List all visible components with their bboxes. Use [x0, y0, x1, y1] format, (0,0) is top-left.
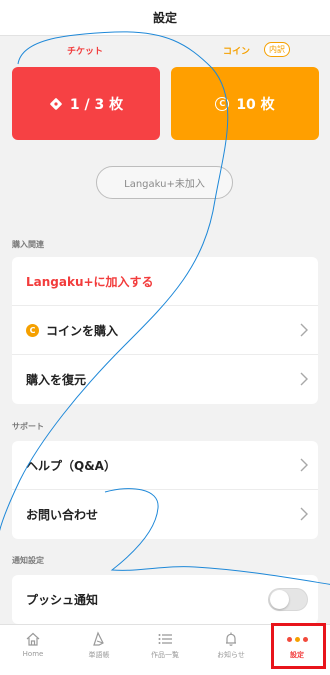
tab-works-label: 作品一覧: [151, 651, 179, 659]
buy-coins-label: コインを購入: [46, 323, 119, 338]
join-langaku-plus-label: Langaku+に加入する: [26, 274, 154, 289]
coin-breakdown-badge[interactable]: 内訳: [264, 42, 290, 57]
help-item[interactable]: ヘルプ（Q&A）: [12, 441, 318, 490]
section-title-support: サポート: [12, 422, 44, 431]
tab-news-label: お知らせ: [217, 651, 245, 659]
help-label: ヘルプ（Q&A）: [26, 458, 116, 473]
buy-coins-item[interactable]: C コインを購入: [12, 306, 318, 355]
chevron-right-icon: [300, 323, 308, 337]
tab-home[interactable]: Home: [0, 625, 66, 675]
settings-tab-highlight: [271, 623, 326, 669]
contact-label: お問い合わせ: [26, 508, 99, 522]
coin-card[interactable]: C 10 枚: [171, 67, 319, 140]
ticket-label: チケット: [67, 47, 104, 57]
home-icon: [26, 632, 40, 646]
purchase-list: Langaku+に加入する C コインを購入 購入を復元: [12, 257, 318, 404]
push-notification-item[interactable]: プッシュ通知: [12, 575, 318, 624]
push-notification-label: プッシュ通知: [26, 593, 99, 607]
restore-purchase-item[interactable]: 購入を復元: [12, 355, 318, 404]
settings-content[interactable]: チケット コイン 内訳 1 / 3 枚 C 10 枚 Langaku+未加入 購…: [0, 36, 330, 624]
membership-status-button[interactable]: Langaku+未加入: [96, 166, 233, 199]
section-title-notification: 通知設定: [12, 556, 44, 565]
support-list: ヘルプ（Q&A） お問い合わせ: [12, 441, 318, 539]
page-title: 設定: [152, 11, 177, 25]
ticket-count: 1 / 3 枚: [69, 96, 124, 113]
ticket-card[interactable]: 1 / 3 枚: [12, 67, 160, 140]
chevron-right-icon: [300, 458, 308, 472]
coin-label: コイン: [223, 47, 251, 57]
push-notification-toggle[interactable]: [268, 588, 308, 611]
restore-purchase-label: 購入を復元: [26, 373, 87, 387]
toggle-knob: [270, 590, 289, 609]
coin-icon: C: [26, 323, 39, 337]
header: 設定: [0, 0, 330, 36]
contact-item[interactable]: お問い合わせ: [12, 490, 318, 539]
tab-works[interactable]: 作品一覧: [132, 625, 198, 675]
section-title-purchase: 購入関連: [12, 240, 44, 249]
chevron-right-icon: [300, 372, 308, 386]
coin-count: 10 枚: [236, 96, 275, 113]
tab-news[interactable]: お知らせ: [198, 625, 264, 675]
chevron-right-icon: [300, 507, 308, 521]
bell-icon: [226, 632, 236, 646]
coin-icon: C: [215, 96, 230, 111]
ticket-icon: [49, 97, 63, 111]
notification-list: プッシュ通知: [12, 575, 318, 624]
wordbook-icon: [93, 631, 104, 646]
tab-wordbook[interactable]: 単語帳: [66, 625, 132, 675]
tab-wordbook-label: 単語帳: [88, 651, 110, 659]
join-langaku-plus-item[interactable]: Langaku+に加入する: [12, 257, 318, 306]
list-icon: [158, 634, 172, 644]
tab-home-label: Home: [22, 650, 44, 658]
